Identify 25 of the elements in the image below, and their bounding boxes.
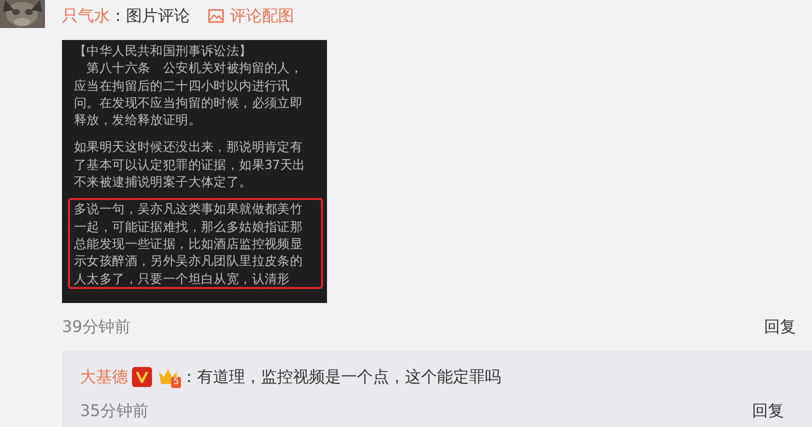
- image-text-line: 多说一句，吴亦凡这类事如果就做都美竹: [74, 200, 304, 218]
- comment-image[interactable]: [62, 40, 327, 303]
- reply-link[interactable]: 回复: [752, 400, 784, 422]
- image-text-line: 一起，可能证据难找，那么多姑娘指证那: [74, 218, 304, 235]
- comment-text: ：图片评论: [110, 6, 190, 26]
- image-link[interactable]: 评论配图: [208, 6, 294, 26]
- image-text-line: 【中华人民共和国刑事诉讼法】: [74, 42, 253, 60]
- comment-time: 39分钟前: [62, 316, 130, 338]
- image-text-line: 应当在拘留后的二十四小时以内进行讯: [74, 76, 291, 94]
- username-link[interactable]: 大基德: [80, 366, 128, 388]
- avatar[interactable]: [0, 0, 45, 28]
- image-text-line: 如果明天这时候还没出来，那说明肯定有: [74, 138, 304, 156]
- reply-time: 35分钟前: [80, 400, 148, 422]
- image-text-line: 不来被逮捕说明案子大体定了。: [74, 173, 253, 190]
- image-text-line: 总能发现一些证据，比如酒店监控视频显: [74, 234, 304, 252]
- reply-text: ：有道理，监控视频是一个点，这个能定罪吗: [181, 366, 501, 388]
- image-text-line: 示女孩醉酒，另外吴亦凡团队里拉皮条的: [74, 252, 304, 270]
- image-text-line: 问。在发现不应当拘留的时候，必须立即: [74, 94, 304, 112]
- image-text-line: 释放，发给释放证明。: [74, 111, 202, 128]
- username-link[interactable]: 只气水: [62, 6, 110, 26]
- image-text-line: 第八十六条 公安机关对被拘留的人，: [86, 59, 304, 77]
- image-text-line: 了基本可以认定犯罪的证据，如果37天出: [74, 156, 306, 174]
- picture-icon: [208, 9, 224, 23]
- reply-link[interactable]: 回复: [764, 316, 796, 338]
- image-text-line: 人太多了，只要一个坦白从宽，认清形: [74, 270, 291, 287]
